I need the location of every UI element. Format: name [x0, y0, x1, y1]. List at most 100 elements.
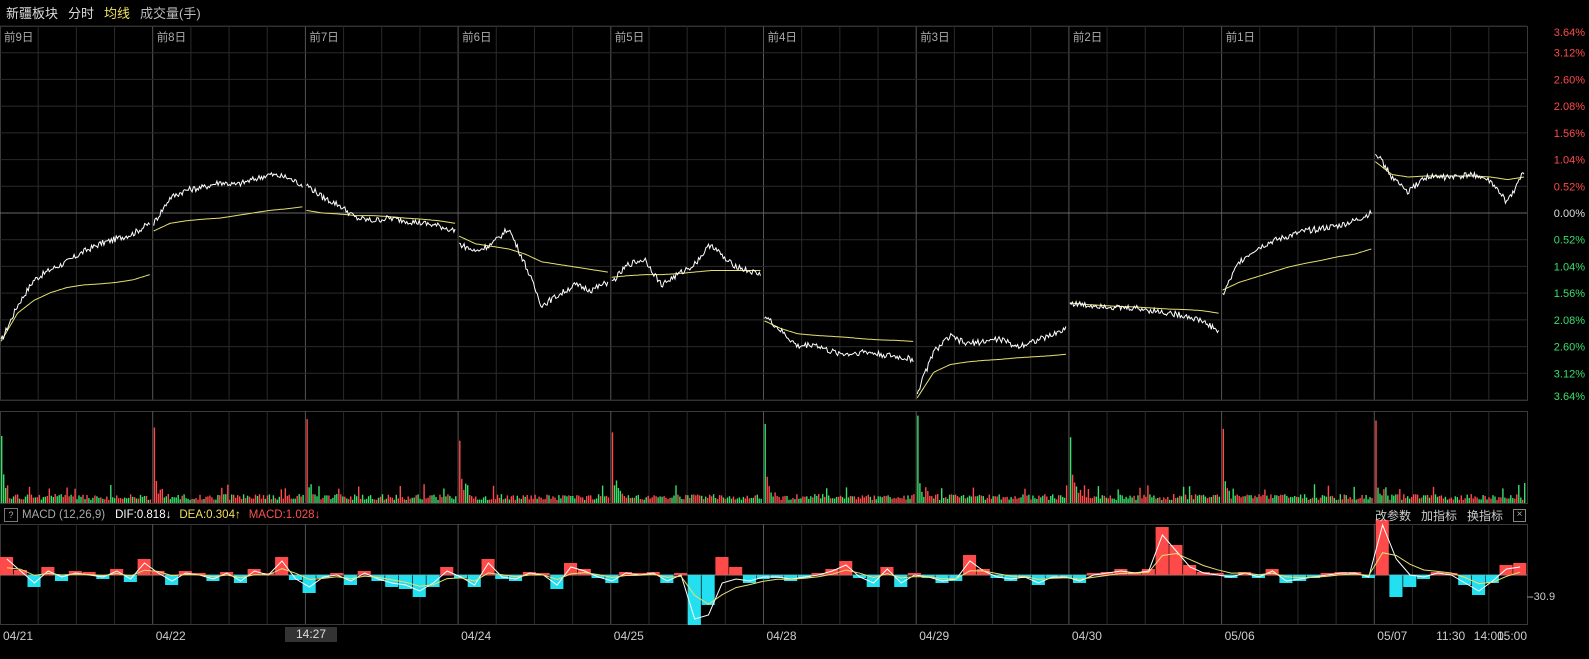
date-label: 04/24 — [461, 629, 491, 643]
volume-bar — [453, 499, 455, 503]
volume-bar — [397, 498, 399, 503]
volume-bar — [1032, 495, 1034, 503]
volume-bar — [463, 489, 465, 503]
volume-bar — [1198, 494, 1201, 503]
y-tick-label: 2.08% — [1554, 101, 1585, 113]
volume-bar — [445, 496, 447, 503]
volume-bar — [1361, 494, 1363, 503]
volume-bar — [637, 494, 639, 503]
volume-bar — [6, 485, 9, 503]
volume-bar — [1060, 495, 1062, 503]
volume-bar — [1470, 494, 1472, 503]
volume-bar — [1518, 484, 1520, 503]
volume-bar — [1240, 497, 1242, 503]
y-tick-label: 1.04% — [1554, 155, 1585, 167]
volume-bar — [1226, 488, 1228, 503]
volume-bar — [193, 499, 195, 503]
price-line — [611, 242, 761, 288]
volume-bar — [1432, 486, 1435, 503]
volume-bar — [504, 498, 507, 503]
volume-bar — [195, 498, 197, 503]
volume-bar — [865, 496, 867, 503]
volume-bar — [1079, 489, 1082, 503]
volume-bar — [437, 499, 439, 503]
volume-bar — [324, 495, 326, 503]
volume-bar — [546, 494, 548, 503]
volume-bar — [379, 496, 382, 503]
volume-bar — [927, 491, 929, 503]
volume-bar — [1292, 497, 1294, 503]
close-icon[interactable]: × — [1513, 509, 1526, 522]
volume-bar — [816, 495, 818, 503]
volume-bar — [671, 497, 673, 503]
volume-bar — [1109, 495, 1111, 503]
volume-bar — [1026, 495, 1028, 503]
volume-bar — [1184, 494, 1187, 503]
volume-bar — [1089, 498, 1092, 503]
volume-bar — [480, 499, 483, 503]
volume-bar — [917, 415, 919, 503]
volume-bar — [584, 499, 586, 503]
switch-indicator-button[interactable]: 换指标 — [1467, 507, 1503, 524]
volume-bar — [786, 495, 788, 503]
volume-bar — [413, 497, 415, 503]
volume-bar — [867, 494, 869, 503]
volume-bar — [1028, 494, 1030, 503]
volume-bar — [264, 498, 267, 503]
volume-bar — [1012, 498, 1014, 503]
volume-bar — [1165, 499, 1167, 503]
volume-bar — [681, 499, 683, 503]
volume-bar — [693, 494, 695, 503]
volume-bar — [1389, 499, 1391, 503]
volume-bar — [808, 499, 810, 503]
volume-bar — [1401, 499, 1403, 503]
volume-bar — [1206, 498, 1209, 503]
volume-bar — [433, 494, 435, 503]
volume-bar — [750, 497, 752, 503]
volume-bar — [1325, 496, 1328, 503]
volume-bar — [308, 487, 310, 503]
volume-bar — [1250, 495, 1252, 503]
volume-bar — [1492, 495, 1494, 503]
volume-bar — [223, 494, 225, 503]
add-indicator-button[interactable]: 加指标 — [1421, 507, 1457, 524]
volume-bar — [839, 495, 842, 503]
volume-bar — [1006, 496, 1008, 503]
help-button[interactable]: ? — [4, 508, 18, 522]
change-params-button[interactable]: 改参数 — [1375, 507, 1411, 524]
volume-bar — [746, 495, 748, 503]
volume-bar — [790, 499, 792, 503]
volume-bar — [1454, 496, 1456, 503]
macd-histogram-bar — [27, 575, 41, 587]
volume-bar — [1502, 488, 1504, 503]
volume-bar — [306, 419, 308, 503]
volume-bar — [1085, 497, 1088, 503]
volume-bar — [22, 499, 25, 503]
volume-bar — [548, 495, 550, 503]
volume-bar — [835, 496, 838, 503]
volume-bar — [1216, 494, 1218, 503]
volume-bar — [661, 496, 663, 503]
macd-value: MACD:1.028↓ — [248, 509, 321, 521]
volume-bar — [691, 494, 693, 503]
volume-bar — [514, 499, 516, 503]
volume-bar — [171, 497, 173, 503]
volume-bar — [1498, 497, 1500, 503]
y-tick-label: 1.56% — [1554, 128, 1585, 140]
volume-bar — [217, 495, 219, 503]
volume-bar — [127, 497, 130, 503]
volume-bar — [812, 497, 814, 503]
volume-bar — [1331, 495, 1334, 503]
y-tick-label: 2.08% — [1554, 315, 1585, 327]
volume-bar — [102, 498, 104, 503]
volume-bar — [300, 496, 302, 503]
volume-bar — [1524, 483, 1526, 503]
volume-bar — [564, 495, 566, 503]
volume-bar — [373, 499, 376, 503]
volume-bar — [1123, 498, 1125, 503]
volume-bar — [1448, 498, 1451, 503]
macd-histogram-bar — [1472, 575, 1486, 595]
volume-bar — [1022, 494, 1024, 503]
volume-bar — [290, 498, 292, 503]
volume-bar — [1228, 490, 1230, 503]
